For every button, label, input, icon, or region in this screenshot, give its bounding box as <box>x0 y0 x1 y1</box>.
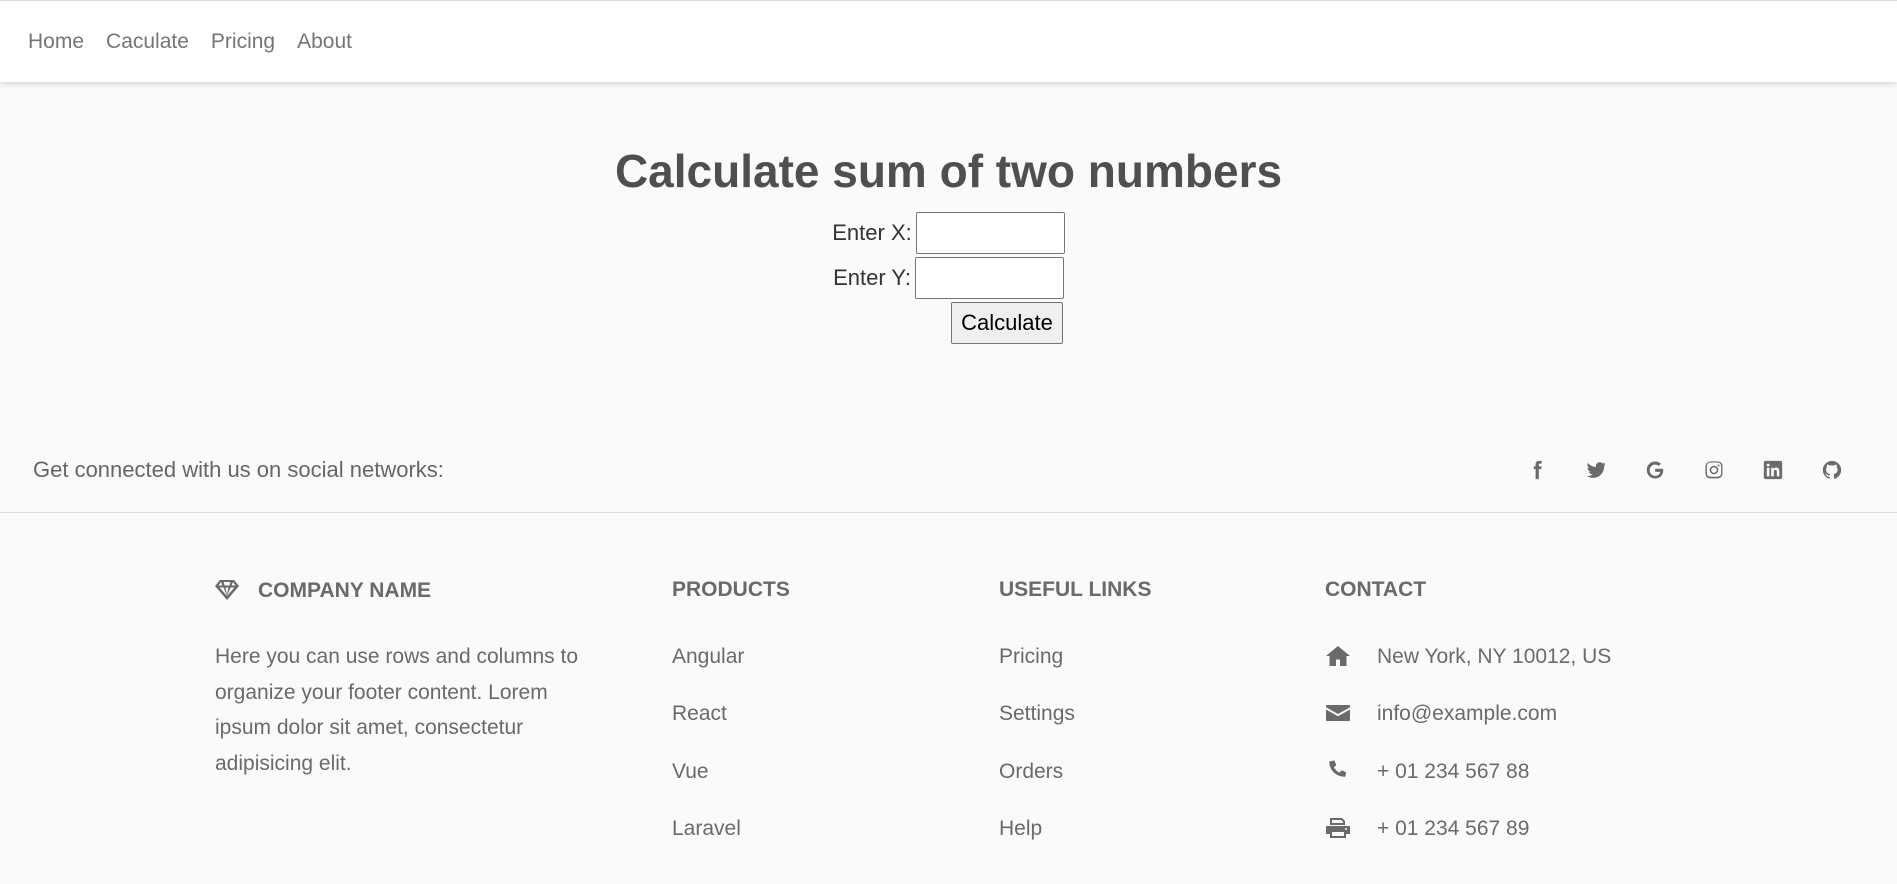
x-input[interactable] <box>915 212 1065 254</box>
page-title: Calculate sum of two numbers <box>614 145 1283 197</box>
product-link-react[interactable]: React <box>672 703 727 724</box>
useful-link-orders[interactable]: Orders <box>999 761 1063 782</box>
calculator-section: Calculate sum of two numbers Enter X: En… <box>0 82 1897 428</box>
contact-email-text: info@example.com <box>1377 701 1558 725</box>
calculate-button[interactable]: Calculate <box>951 302 1063 344</box>
social-bar: Get connected with us on social networks… <box>0 428 1897 513</box>
navbar: Home Caculate Pricing About <box>0 0 1897 82</box>
social-icons <box>1493 455 1847 485</box>
contact-phone: + 01 234 567 88 <box>1325 759 1529 783</box>
useful-link-settings[interactable]: Settings <box>999 703 1075 724</box>
y-input[interactable] <box>914 257 1064 299</box>
linkedin-icon[interactable] <box>1758 455 1788 485</box>
contact-email: info@example.com <box>1325 701 1557 725</box>
products-heading: PRODUCTS <box>672 578 790 601</box>
print-icon <box>1325 816 1351 840</box>
y-label: Enter Y: <box>833 265 911 290</box>
social-text: Get connected with us on social networks… <box>33 457 444 482</box>
gem-icon <box>215 579 239 601</box>
nav-link-home[interactable]: Home <box>28 31 84 52</box>
nav-link-caculate[interactable]: Caculate <box>106 31 189 52</box>
nav-link-about[interactable]: About <box>297 31 352 52</box>
contact-address: New York, NY 10012, US <box>1325 644 1611 668</box>
footer: COMPANY NAME Here you can use rows and c… <box>0 513 1897 884</box>
contact-fax: + 01 234 567 89 <box>1325 816 1529 840</box>
contact-heading: CONTACT <box>1325 578 1427 601</box>
x-field-row: Enter X: <box>0 212 1897 254</box>
phone-icon <box>1325 759 1351 783</box>
envelope-icon <box>1325 701 1351 725</box>
google-icon[interactable] <box>1640 455 1670 485</box>
product-link-vue[interactable]: Vue <box>672 761 709 782</box>
useful-links-heading: USEFUL LINKS <box>999 578 1152 601</box>
twitter-icon[interactable] <box>1581 455 1611 485</box>
company-name: COMPANY NAME <box>258 578 432 602</box>
home-icon <box>1325 644 1351 668</box>
facebook-icon[interactable] <box>1522 455 1552 485</box>
nav-link-pricing[interactable]: Pricing <box>211 31 275 52</box>
github-icon[interactable] <box>1817 455 1847 485</box>
y-field-row: Enter Y: <box>0 257 1897 299</box>
useful-link-pricing[interactable]: Pricing <box>999 646 1063 667</box>
x-label: Enter X: <box>832 220 912 245</box>
contact-fax-text: + 01 234 567 89 <box>1377 816 1530 840</box>
instagram-icon[interactable] <box>1699 455 1729 485</box>
contact-address-text: New York, NY 10012, US <box>1377 644 1612 668</box>
contact-phone-text: + 01 234 567 88 <box>1377 759 1530 783</box>
company-heading: COMPANY NAME <box>215 579 431 601</box>
product-link-laravel[interactable]: Laravel <box>672 818 741 839</box>
company-description: Here you can use rows and columns to org… <box>215 645 579 775</box>
useful-link-help[interactable]: Help <box>999 818 1042 839</box>
product-link-angular[interactable]: Angular <box>672 646 744 667</box>
